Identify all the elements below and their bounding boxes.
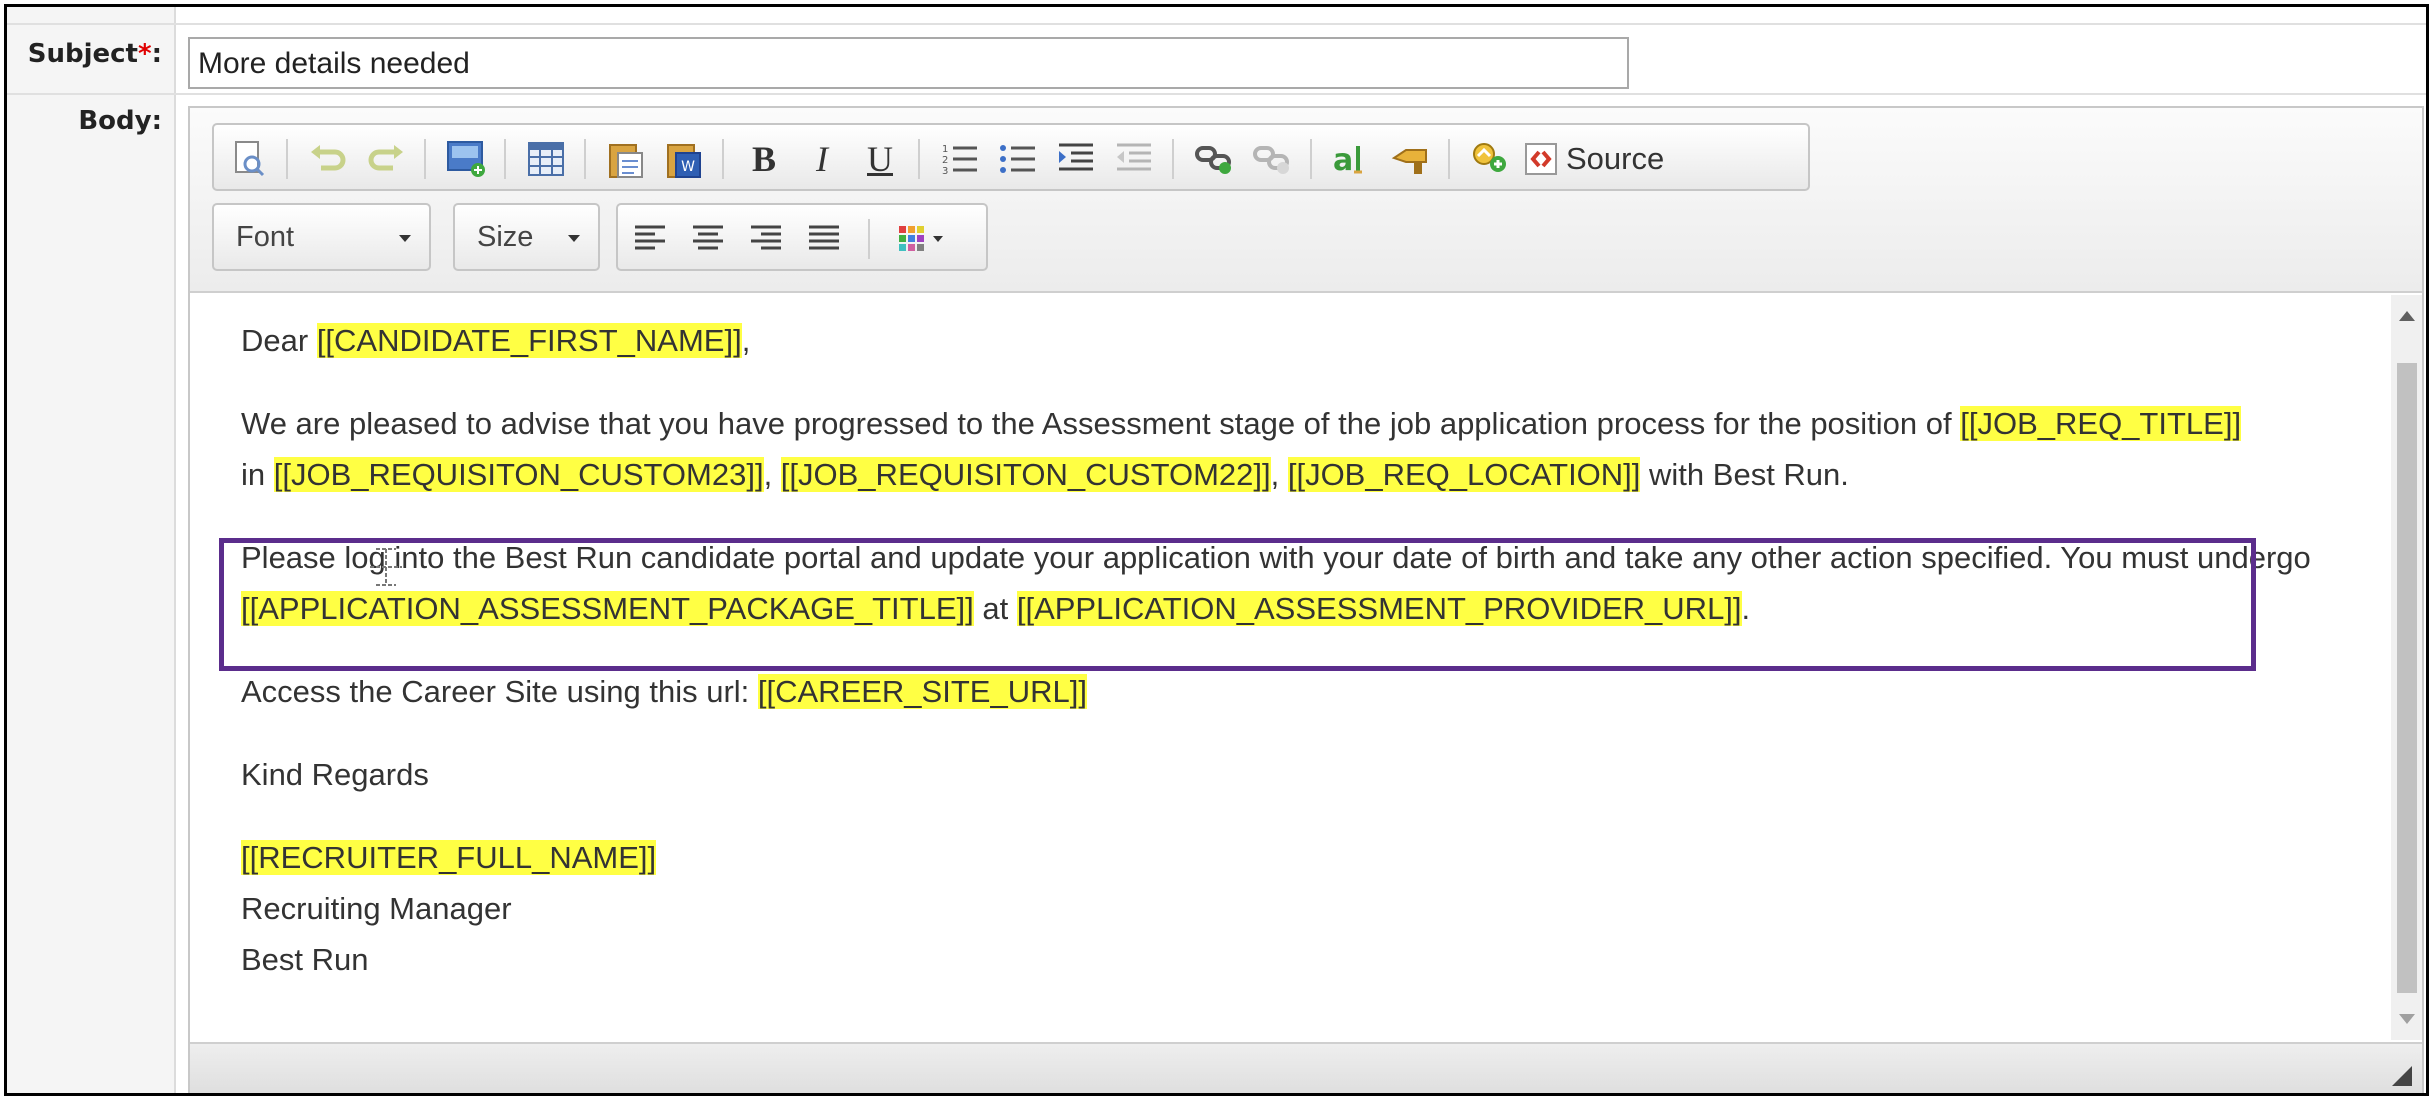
greeting-paragraph: Dear [[CANDIDATE_FIRST_NAME]], xyxy=(241,323,751,358)
font-select[interactable]: Font xyxy=(212,203,431,271)
source-button[interactable]: Source xyxy=(1524,133,1664,185)
size-select[interactable]: Size xyxy=(453,203,600,271)
scroll-down-icon[interactable] xyxy=(2399,1014,2415,1024)
toolbar-row-1: W B I U 123 a Source xyxy=(212,123,1810,191)
outdent-icon[interactable] xyxy=(1108,133,1160,185)
bulleted-list-icon[interactable] xyxy=(992,133,1044,185)
preview-icon[interactable] xyxy=(223,133,275,185)
signature: [[RECRUITER_FULL_NAME]] Recruiting Manage… xyxy=(241,832,2393,985)
editor-toolbar: W B I U 123 a Source Font Size xyxy=(190,108,2422,293)
indent-icon[interactable] xyxy=(1050,133,1102,185)
table-icon[interactable] xyxy=(520,133,572,185)
italic-icon[interactable]: I xyxy=(796,133,848,185)
annotation-highlight-box xyxy=(219,538,2256,671)
insert-token-icon[interactable] xyxy=(1464,133,1516,185)
paste-word-icon[interactable]: W xyxy=(658,133,710,185)
email-template-form: Subject*: More details needed Body: W B … xyxy=(4,4,2429,1096)
toolbar-separator xyxy=(504,139,506,179)
chevron-down-icon xyxy=(399,235,411,242)
closing-paragraph: Kind Regards xyxy=(241,757,429,792)
signature-title: Recruiting Manager xyxy=(241,891,512,926)
source-label: Source xyxy=(1566,141,1665,176)
scrollbar-thumb[interactable] xyxy=(2397,363,2417,993)
svg-text:1: 1 xyxy=(942,144,948,155)
svg-text:2: 2 xyxy=(942,155,948,166)
undo-icon[interactable] xyxy=(302,133,354,185)
body-label: Body: xyxy=(78,106,162,136)
toolbar-separator xyxy=(1310,139,1312,179)
text-color-icon[interactable] xyxy=(886,213,958,265)
toolbar-separator xyxy=(722,139,724,179)
intro-paragraph: We are pleased to advise that you have p… xyxy=(241,406,2242,492)
justify-icon[interactable] xyxy=(798,213,850,265)
label-column xyxy=(7,7,176,1093)
toolbar-separator xyxy=(868,219,870,259)
svg-text:W: W xyxy=(681,159,695,175)
signature-company: Best Run xyxy=(241,942,369,977)
redo-icon[interactable] xyxy=(360,133,412,185)
paste-text-icon[interactable] xyxy=(600,133,652,185)
resize-grip-icon[interactable] xyxy=(2392,1066,2412,1086)
merge-token: [[CANDIDATE_FIRST_NAME]] xyxy=(316,323,742,358)
merge-token: [[RECRUITER_FULL_NAME]] xyxy=(241,840,657,875)
svg-text:3: 3 xyxy=(942,166,948,177)
link-icon[interactable] xyxy=(1188,133,1240,185)
scroll-up-icon[interactable] xyxy=(2399,311,2415,321)
align-center-icon[interactable] xyxy=(682,213,734,265)
merge-token: [[JOB_REQ_LOCATION]] xyxy=(1287,457,1641,492)
anchor-icon[interactable] xyxy=(1384,133,1436,185)
divider xyxy=(7,93,2426,95)
numbered-list-icon[interactable]: 123 xyxy=(934,133,986,185)
divider xyxy=(7,23,2426,25)
merge-token: [[CAREER_SITE_URL]] xyxy=(757,674,1087,709)
merge-token: [[JOB_REQUISITON_CUSTOM23]] xyxy=(273,457,764,492)
toolbar-separator xyxy=(584,139,586,179)
insert-image-icon[interactable] xyxy=(440,133,492,185)
source-icon xyxy=(1525,143,1557,175)
bold-icon[interactable]: B xyxy=(738,133,790,185)
required-marker: * xyxy=(137,39,152,69)
align-right-icon[interactable] xyxy=(740,213,792,265)
svg-text:a: a xyxy=(1333,143,1353,178)
career-site-paragraph: Access the Career Site using this url: [… xyxy=(241,674,1087,709)
spellcheck-icon[interactable]: a xyxy=(1326,133,1378,185)
toolbar-separator xyxy=(1172,139,1174,179)
unlink-icon[interactable] xyxy=(1246,133,1298,185)
align-left-icon[interactable] xyxy=(624,213,676,265)
toolbar-row-2 xyxy=(616,203,988,271)
underline-icon[interactable]: U xyxy=(854,133,906,185)
toolbar-separator xyxy=(424,139,426,179)
chevron-down-icon xyxy=(568,235,580,242)
toolbar-separator xyxy=(1448,139,1450,179)
merge-token: [[JOB_REQ_TITLE]] xyxy=(1960,406,2242,441)
toolbar-separator xyxy=(286,139,288,179)
editor-scrollbar[interactable] xyxy=(2391,295,2422,1040)
subject-label: Subject*: xyxy=(27,39,162,69)
merge-token: [[JOB_REQUISITON_CUSTOM22]] xyxy=(780,457,1271,492)
toolbar-separator xyxy=(918,139,920,179)
text-cursor-icon xyxy=(370,548,402,586)
subject-input[interactable]: More details needed xyxy=(188,37,1629,89)
editor-footer xyxy=(190,1042,2422,1093)
